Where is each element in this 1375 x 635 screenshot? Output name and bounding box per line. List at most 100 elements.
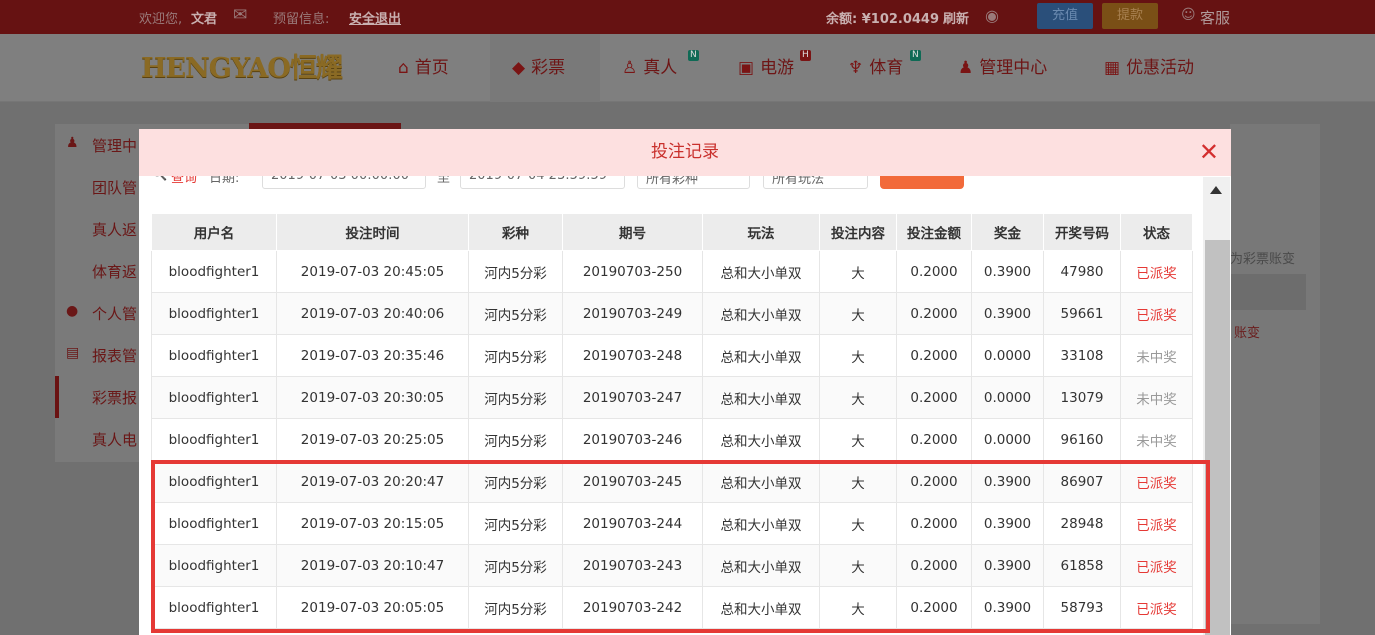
- user-group-icon: ♟: [66, 135, 79, 151]
- column-header: 投注时间: [276, 213, 469, 251]
- deposit-button[interactable]: 充值: [1037, 3, 1093, 29]
- refresh-link[interactable]: 刷新: [943, 8, 969, 27]
- nav-label: 电游: [760, 58, 795, 78]
- column-header: 期号: [562, 213, 703, 251]
- table-cell: 河内5分彩: [468, 376, 563, 419]
- background-panel: 为彩票账变 账变: [1230, 124, 1320, 624]
- logo[interactable]: HENGYAO恒耀: [141, 50, 358, 88]
- table-cell: 大: [819, 292, 897, 335]
- table-row: bloodfighter1 2019-07-03 20:45:05 河内5分彩 201…: [151, 250, 1193, 293]
- table-row: bloodfighter1 2019-07-03 20:35:46 河内5分彩 201…: [151, 334, 1193, 377]
- sidebar-item[interactable]: 真人返: [92, 219, 137, 240]
- nav-label: 首页: [414, 58, 449, 78]
- nav-lottery[interactable]: ◆ 彩票: [490, 34, 600, 102]
- table-cell: 2019-07-03 20:30:05: [276, 376, 469, 419]
- home-icon: ⌂: [398, 58, 409, 78]
- table-cell: 0.2000: [896, 376, 972, 419]
- mail-icon[interactable]: ✉: [233, 5, 247, 25]
- trophy-icon: ♆: [848, 58, 864, 78]
- note-text: 为彩票账变: [1230, 252, 1296, 267]
- table-cell: 0.2000: [896, 418, 972, 461]
- users-icon: ♟: [958, 58, 974, 78]
- nav-label: 优惠活动: [1126, 58, 1195, 78]
- table-cell: 2019-07-03 20:45:05: [276, 250, 469, 293]
- table-cell: bloodfighter1: [151, 418, 277, 461]
- active-indicator: [55, 376, 59, 418]
- table-cell: 0.2000: [896, 292, 972, 335]
- live-dealer-icon: ♙: [622, 58, 638, 78]
- table-cell: 20190703-250: [562, 250, 703, 293]
- table-cell: 47980: [1043, 250, 1121, 293]
- nav-label: 彩票: [531, 58, 566, 78]
- table-cell: 2019-07-03 20:40:06: [276, 292, 469, 335]
- table-cell: 0.0000: [971, 418, 1044, 461]
- status-cell: 未中奖: [1120, 376, 1193, 419]
- highlight-box: [151, 460, 1210, 633]
- table-cell: 大: [819, 250, 897, 293]
- table-cell: 总和大小单双: [702, 376, 820, 419]
- close-icon[interactable]: ✕: [1199, 129, 1219, 176]
- status-cell: 未中奖: [1120, 418, 1193, 461]
- nav-home[interactable]: ⌂ 首页: [398, 34, 449, 102]
- nav-management[interactable]: ♟ 管理中心: [958, 34, 1047, 102]
- withdraw-button[interactable]: 提款: [1102, 3, 1158, 29]
- column-header: 玩法: [702, 213, 820, 251]
- eye-icon[interactable]: ◉: [985, 6, 999, 25]
- gift-icon: ▦: [1104, 58, 1121, 78]
- sidebar-item[interactable]: 个人管: [92, 303, 137, 324]
- column-header: 彩种: [468, 213, 563, 251]
- table-cell: 20190703-249: [562, 292, 703, 335]
- hot-badge: H: [800, 50, 811, 61]
- table-cell: bloodfighter1: [151, 334, 277, 377]
- table-cell: 河内5分彩: [468, 250, 563, 293]
- nav-live[interactable]: ♙ 真人 N: [622, 34, 699, 102]
- table-cell: 2019-07-03 20:25:05: [276, 418, 469, 461]
- table-row: bloodfighter1 2019-07-03 20:40:06 河内5分彩 201…: [151, 292, 1193, 335]
- table-cell: 33108: [1043, 334, 1121, 377]
- table-cell: 河内5分彩: [468, 418, 563, 461]
- column-header: 用户名: [151, 213, 277, 251]
- sidebar-item[interactable]: 报表管: [92, 345, 137, 366]
- status-cell: 已派奖: [1120, 250, 1193, 293]
- table-cell: 大: [819, 418, 897, 461]
- logout-link[interactable]: 安全退出: [349, 8, 401, 27]
- table-row: bloodfighter1 2019-07-03 20:30:05 河内5分彩 201…: [151, 376, 1193, 419]
- nav-label: 管理中心: [979, 58, 1048, 78]
- slot-machine-icon: ▣: [738, 58, 755, 78]
- table-cell: 20190703-246: [562, 418, 703, 461]
- status-cell: 未中奖: [1120, 334, 1193, 377]
- nav-sports[interactable]: ♆ 体育 N: [848, 34, 921, 102]
- table-cell: 0.2000: [896, 334, 972, 377]
- table-cell: 总和大小单双: [702, 418, 820, 461]
- table-cell: 2019-07-03 20:35:46: [276, 334, 469, 377]
- scroll-up-icon[interactable]: [1210, 186, 1222, 194]
- nav-label: 真人: [643, 58, 678, 78]
- table-cell: 20190703-247: [562, 376, 703, 419]
- new-badge: N: [688, 50, 699, 61]
- sidebar-item-active[interactable]: 彩票报: [92, 387, 137, 408]
- table-cell: 0.3900: [971, 250, 1044, 293]
- sidebar-item[interactable]: 体育返: [92, 261, 137, 282]
- new-badge: N: [910, 50, 921, 61]
- modal-title: 投注记录: [651, 142, 719, 162]
- sidebar-item[interactable]: 团队管: [92, 177, 137, 198]
- table-cell: 河内5分彩: [468, 334, 563, 377]
- table-cell: 20190703-248: [562, 334, 703, 377]
- table-row: bloodfighter1 2019-07-03 20:25:05 河内5分彩 201…: [151, 418, 1193, 461]
- column-header: 奖金: [971, 213, 1044, 251]
- customer-service-link[interactable]: 客服: [1200, 7, 1230, 28]
- status-cell: 已派奖: [1120, 292, 1193, 335]
- record-link[interactable]: 账变: [1234, 322, 1260, 341]
- headset-icon: ☺: [1181, 7, 1196, 23]
- table-cell: 总和大小单双: [702, 292, 820, 335]
- table-cell: 大: [819, 376, 897, 419]
- table-cell: bloodfighter1: [151, 292, 277, 335]
- table-cell: 96160: [1043, 418, 1121, 461]
- nav-slots[interactable]: ▣ 电游 H: [738, 34, 811, 102]
- username: 文君: [191, 12, 218, 27]
- nav-promotions[interactable]: ▦ 优惠活动: [1104, 34, 1194, 102]
- table-cell: 大: [819, 334, 897, 377]
- table-cell: 总和大小单双: [702, 250, 820, 293]
- sidebar-item[interactable]: 管理中: [92, 135, 137, 156]
- sidebar-item[interactable]: 真人电: [92, 429, 137, 450]
